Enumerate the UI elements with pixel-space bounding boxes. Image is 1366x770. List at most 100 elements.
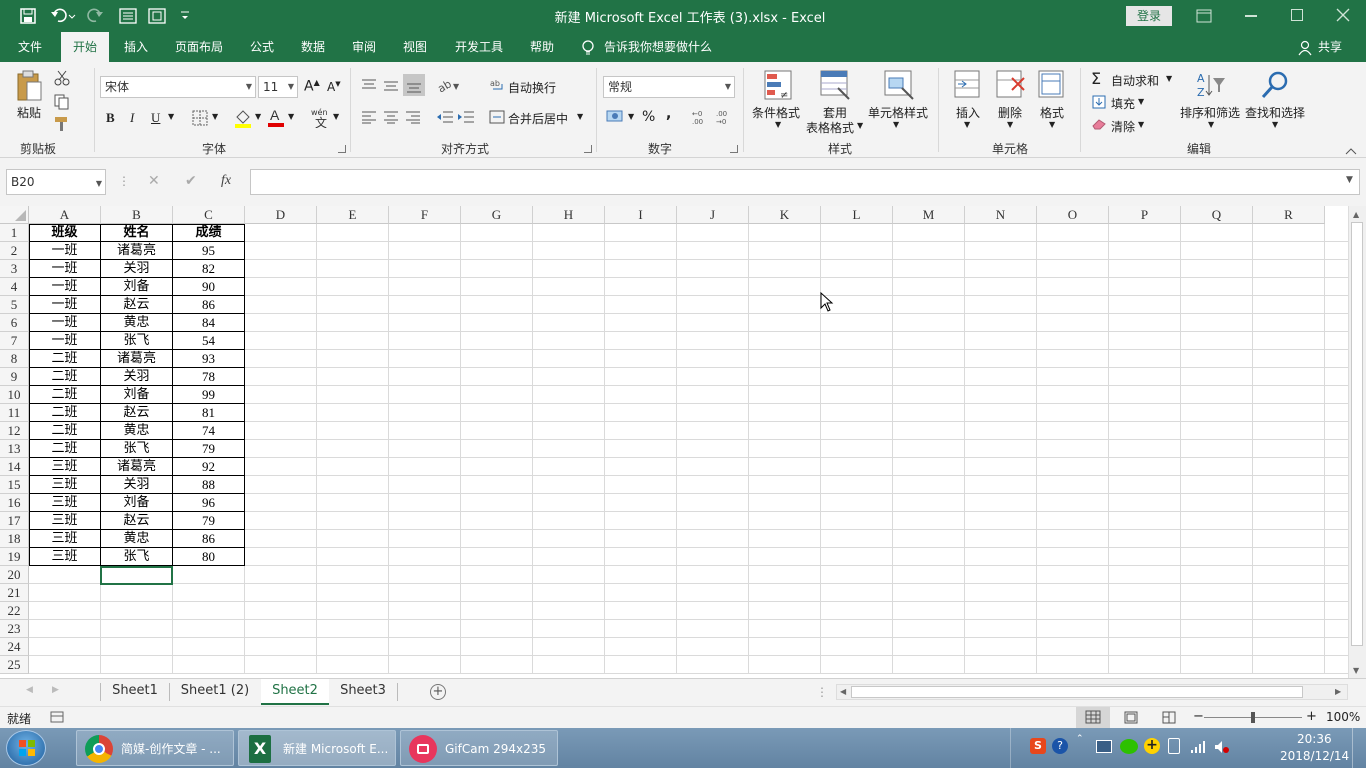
cell-b10[interactable]: 刘备 <box>101 386 172 404</box>
screenshot-icon[interactable] <box>148 8 166 24</box>
column-header-e[interactable]: E <box>317 206 389 224</box>
cell-a12[interactable]: 二班 <box>29 422 100 440</box>
wrap-text-button[interactable]: 自动换行 <box>508 79 556 96</box>
cell-a15[interactable]: 三班 <box>29 476 100 494</box>
scroll-up-icon[interactable]: ▲ <box>1353 210 1359 219</box>
delete-cells-button[interactable]: 删除 <box>998 104 1022 121</box>
cell-a6[interactable]: 一班 <box>29 314 100 332</box>
page-break-view-icon[interactable] <box>1162 711 1176 724</box>
sheet-tab-sheet1-2[interactable]: Sheet1 (2) <box>170 679 260 705</box>
format-dropdown-icon[interactable]: ▼ <box>1049 120 1055 129</box>
clear-dropdown-icon[interactable]: ▼ <box>1138 120 1144 129</box>
accounting-dropdown-icon[interactable]: ▼ <box>628 112 634 121</box>
copy-icon[interactable] <box>54 94 70 110</box>
taskbar-chrome[interactable]: 简媒-创作文章 - ... <box>76 730 234 766</box>
tab-file[interactable]: 文件 <box>6 32 54 62</box>
row-header-5[interactable]: 5 <box>0 296 29 314</box>
bold-button[interactable]: B <box>106 110 115 126</box>
scroll-left-icon[interactable]: ◀ <box>840 687 846 696</box>
cell-b3[interactable]: 关羽 <box>101 260 172 278</box>
cut-icon[interactable] <box>54 70 70 86</box>
underline-button[interactable]: U <box>151 110 160 126</box>
select-all-corner[interactable] <box>0 206 29 224</box>
conditional-formatting-icon[interactable]: ≠ <box>764 70 792 101</box>
cell-c9[interactable]: 78 <box>173 368 244 386</box>
column-header-d[interactable]: D <box>245 206 317 224</box>
cell-a14[interactable]: 三班 <box>29 458 100 476</box>
row-header-20[interactable]: 20 <box>0 566 29 584</box>
column-header-h[interactable]: H <box>533 206 605 224</box>
form-icon[interactable] <box>119 8 137 24</box>
tab-page-layout[interactable]: 页面布局 <box>166 32 232 62</box>
row-header-10[interactable]: 10 <box>0 386 29 404</box>
sort-filter-button[interactable]: 排序和筛选 <box>1180 104 1240 121</box>
undo-icon[interactable] <box>50 7 76 25</box>
autosum-dropdown-icon[interactable]: ▼ <box>1166 74 1172 83</box>
cell-b14[interactable]: 诸葛亮 <box>101 458 172 476</box>
cell-c13[interactable]: 79 <box>173 440 244 458</box>
column-header-i[interactable]: I <box>605 206 677 224</box>
sheet-tab-sheet3[interactable]: Sheet3 <box>330 679 396 705</box>
format-as-table-line2[interactable]: 表格格式 <box>806 119 854 136</box>
insert-cells-button[interactable]: 插入 <box>956 104 980 121</box>
delete-cells-icon[interactable] <box>996 70 1026 100</box>
customize-qat-icon[interactable] <box>180 10 190 22</box>
number-dialog-launcher-icon[interactable] <box>730 145 738 153</box>
decrease-decimal-icon[interactable]: .00 →0 <box>716 108 736 126</box>
tab-split-grip-icon[interactable]: ⋮ <box>816 685 828 699</box>
find-dropdown-icon[interactable]: ▼ <box>1272 120 1278 129</box>
cell-b15[interactable]: 关羽 <box>101 476 172 494</box>
row-header-18[interactable]: 18 <box>0 530 29 548</box>
cell-c5[interactable]: 86 <box>173 296 244 314</box>
column-header-j[interactable]: J <box>677 206 749 224</box>
tab-formulas[interactable]: 公式 <box>240 32 284 62</box>
conditional-formatting-button[interactable]: 条件格式 <box>752 104 800 121</box>
cell-a17[interactable]: 三班 <box>29 512 100 530</box>
row-header-19[interactable]: 19 <box>0 548 29 566</box>
sheet-tab-sheet1[interactable]: Sheet1 <box>102 679 168 705</box>
cell-a5[interactable]: 一班 <box>29 296 100 314</box>
cell-c15[interactable]: 88 <box>173 476 244 494</box>
cell-b4[interactable]: 刘备 <box>101 278 172 296</box>
cell-c7[interactable]: 54 <box>173 332 244 350</box>
row-header-3[interactable]: 3 <box>0 260 29 278</box>
orientation-icon[interactable]: ab ▼ <box>435 77 460 95</box>
format-as-table-icon[interactable] <box>820 70 850 100</box>
cell-a1[interactable]: 班级 <box>29 224 100 242</box>
row-header-13[interactable]: 13 <box>0 440 29 458</box>
merge-center-button[interactable]: 合并后居中 <box>508 110 568 127</box>
wechat-tray-icon[interactable] <box>1120 739 1138 754</box>
eraser-icon[interactable] <box>1092 118 1106 130</box>
cell-c19[interactable]: 80 <box>173 548 244 566</box>
row-header-9[interactable]: 9 <box>0 368 29 386</box>
italic-button[interactable]: I <box>130 110 134 126</box>
column-header-a[interactable]: A <box>29 206 101 224</box>
login-button[interactable]: 登录 <box>1126 6 1172 26</box>
cell-b13[interactable]: 张飞 <box>101 440 172 458</box>
format-cells-icon[interactable] <box>1038 70 1066 100</box>
cell-b8[interactable]: 诸葛亮 <box>101 350 172 368</box>
decrease-indent-icon[interactable] <box>436 110 454 124</box>
cell-styles-icon[interactable] <box>884 70 914 100</box>
tell-me-search[interactable]: 告诉我你想要做什么 <box>604 32 724 62</box>
sort-dropdown-icon[interactable]: ▼ <box>1208 120 1214 129</box>
insert-dropdown-icon[interactable]: ▼ <box>964 120 970 129</box>
column-header-p[interactable]: P <box>1109 206 1181 224</box>
column-header-c[interactable]: C <box>173 206 245 224</box>
cell-b1[interactable]: 姓名 <box>101 224 172 242</box>
taskbar-excel[interactable]: X 新建 Microsoft E... <box>238 730 396 766</box>
cell-b7[interactable]: 张飞 <box>101 332 172 350</box>
cell-c17[interactable]: 79 <box>173 512 244 530</box>
font-dialog-launcher-icon[interactable] <box>338 145 346 153</box>
align-center-icon[interactable] <box>383 110 399 124</box>
sogou-input-icon[interactable]: S <box>1030 738 1046 754</box>
paste-label[interactable]: 粘贴 <box>17 104 41 121</box>
column-header-l[interactable]: L <box>821 206 893 224</box>
fill-color-icon[interactable] <box>234 108 252 128</box>
table-dropdown-icon[interactable]: ▼ <box>857 121 863 130</box>
align-left-icon[interactable] <box>361 110 377 124</box>
cell-b16[interactable]: 刘备 <box>101 494 172 512</box>
cell-b18[interactable]: 黄忠 <box>101 530 172 548</box>
fill-down-icon[interactable] <box>1092 95 1106 109</box>
borders-icon[interactable] <box>192 110 208 126</box>
